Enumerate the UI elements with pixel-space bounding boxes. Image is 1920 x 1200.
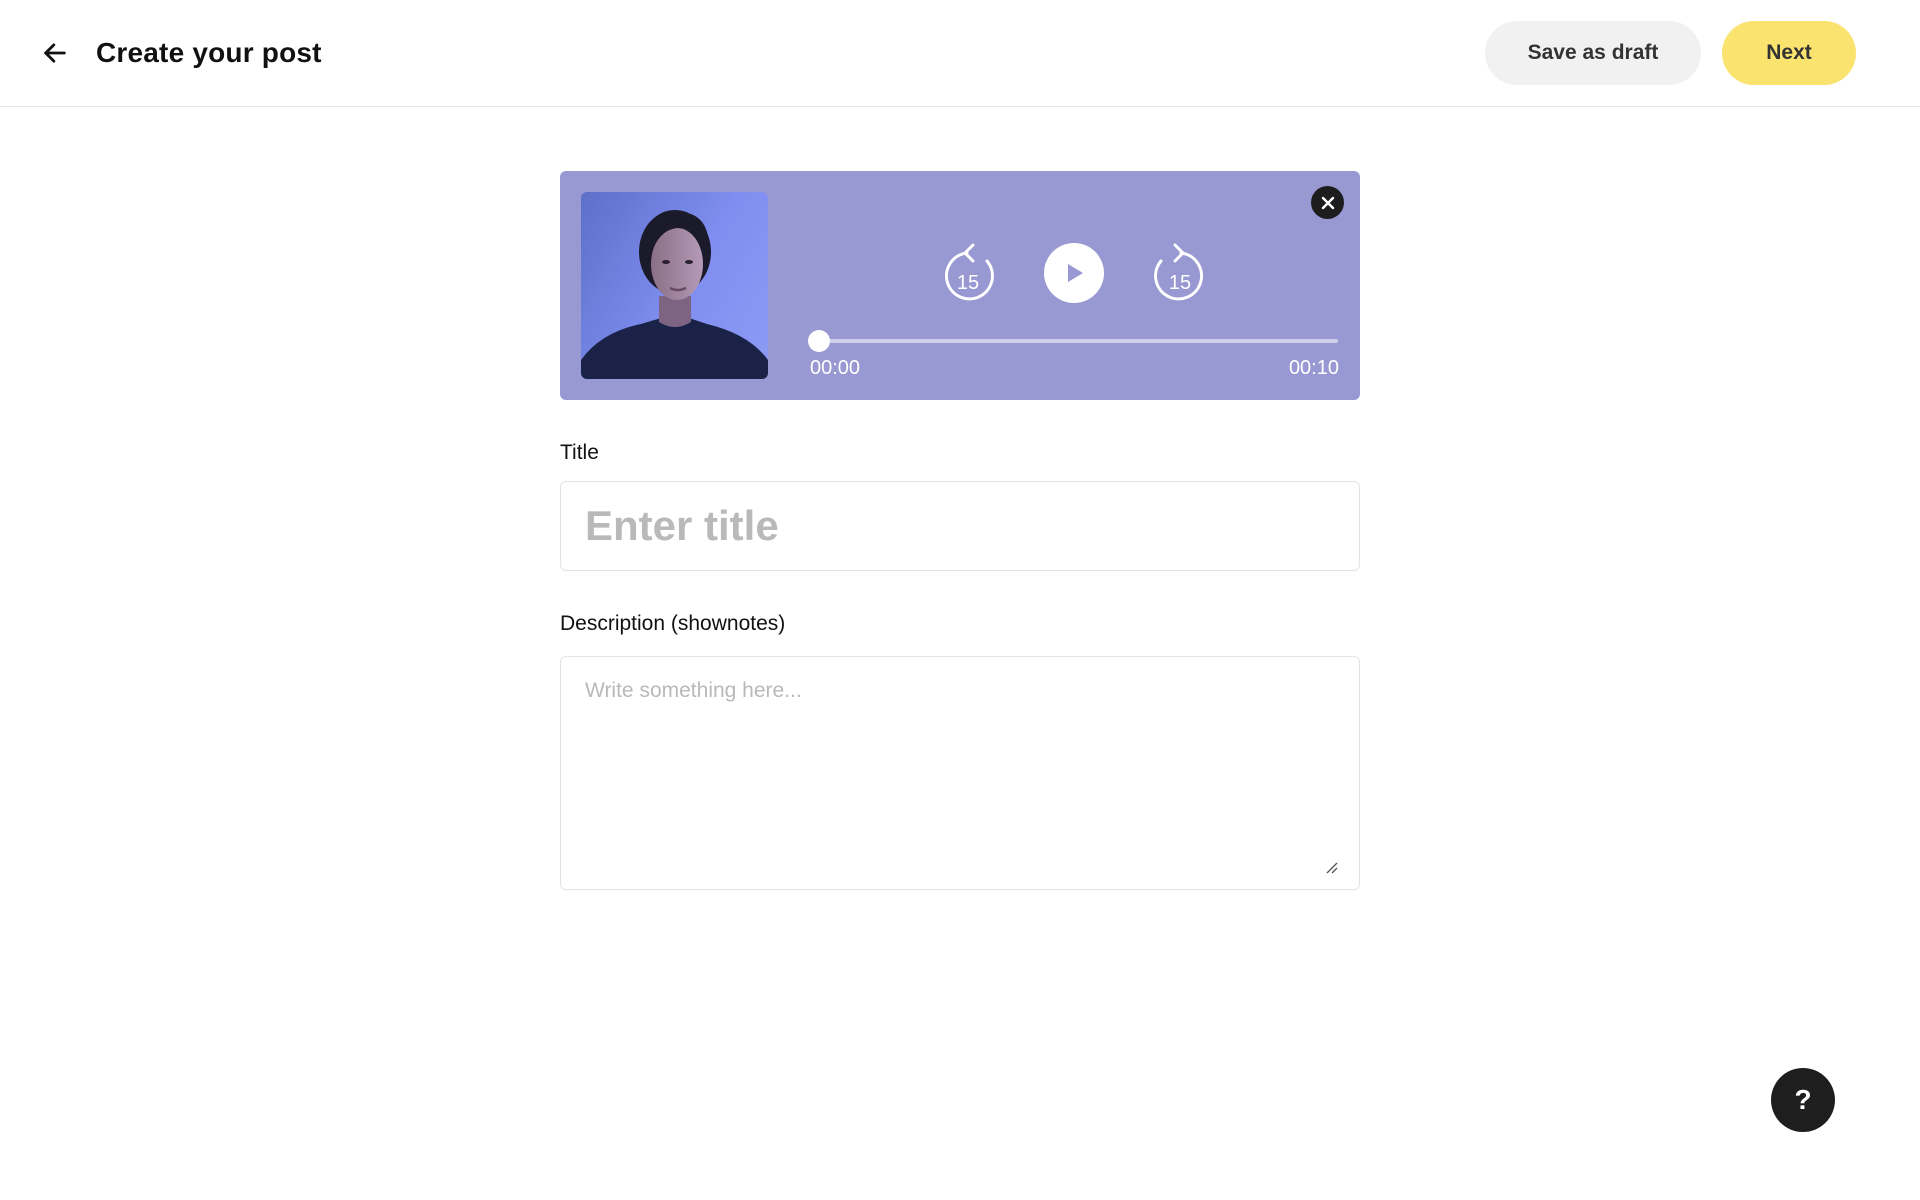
- title-label: Title: [560, 441, 599, 464]
- portrait-image: [581, 210, 768, 379]
- duration: 00:10: [1288, 357, 1339, 379]
- page-title: Create your post: [96, 37, 322, 68]
- resize-grip-icon[interactable]: [1324, 860, 1338, 874]
- next-button[interactable]: Next: [1722, 21, 1856, 85]
- forward-icon: 15: [1154, 243, 1203, 301]
- save-as-draft-button[interactable]: Save as draft: [1485, 21, 1701, 85]
- description-label: Description (shownotes): [560, 612, 786, 635]
- title-input[interactable]: [560, 481, 1360, 571]
- progress-track[interactable]: [808, 330, 1338, 352]
- progress-thumb[interactable]: [808, 330, 830, 352]
- forward-seconds: 15: [1169, 272, 1191, 294]
- rewind-seconds: 15: [957, 272, 979, 294]
- current-time: 00:00: [810, 357, 861, 379]
- help-button[interactable]: ?: [1771, 1068, 1835, 1132]
- back-button[interactable]: [36, 34, 74, 72]
- rewind-15-button[interactable]: 15: [943, 239, 999, 303]
- audio-player: 15 15 00:00 00:10: [560, 171, 1360, 400]
- forward-15-button[interactable]: 15: [1149, 239, 1205, 303]
- top-bar: Create your post Save as draft Next: [0, 0, 1920, 107]
- remove-audio-button[interactable]: [1311, 186, 1344, 219]
- play-icon: [1068, 264, 1083, 282]
- play-button[interactable]: [1044, 243, 1104, 303]
- cover-image: [581, 192, 768, 379]
- close-icon: [1321, 196, 1334, 209]
- rewind-icon: 15: [945, 243, 994, 301]
- description-textarea[interactable]: [560, 656, 1360, 890]
- arrow-left-icon: [44, 43, 66, 63]
